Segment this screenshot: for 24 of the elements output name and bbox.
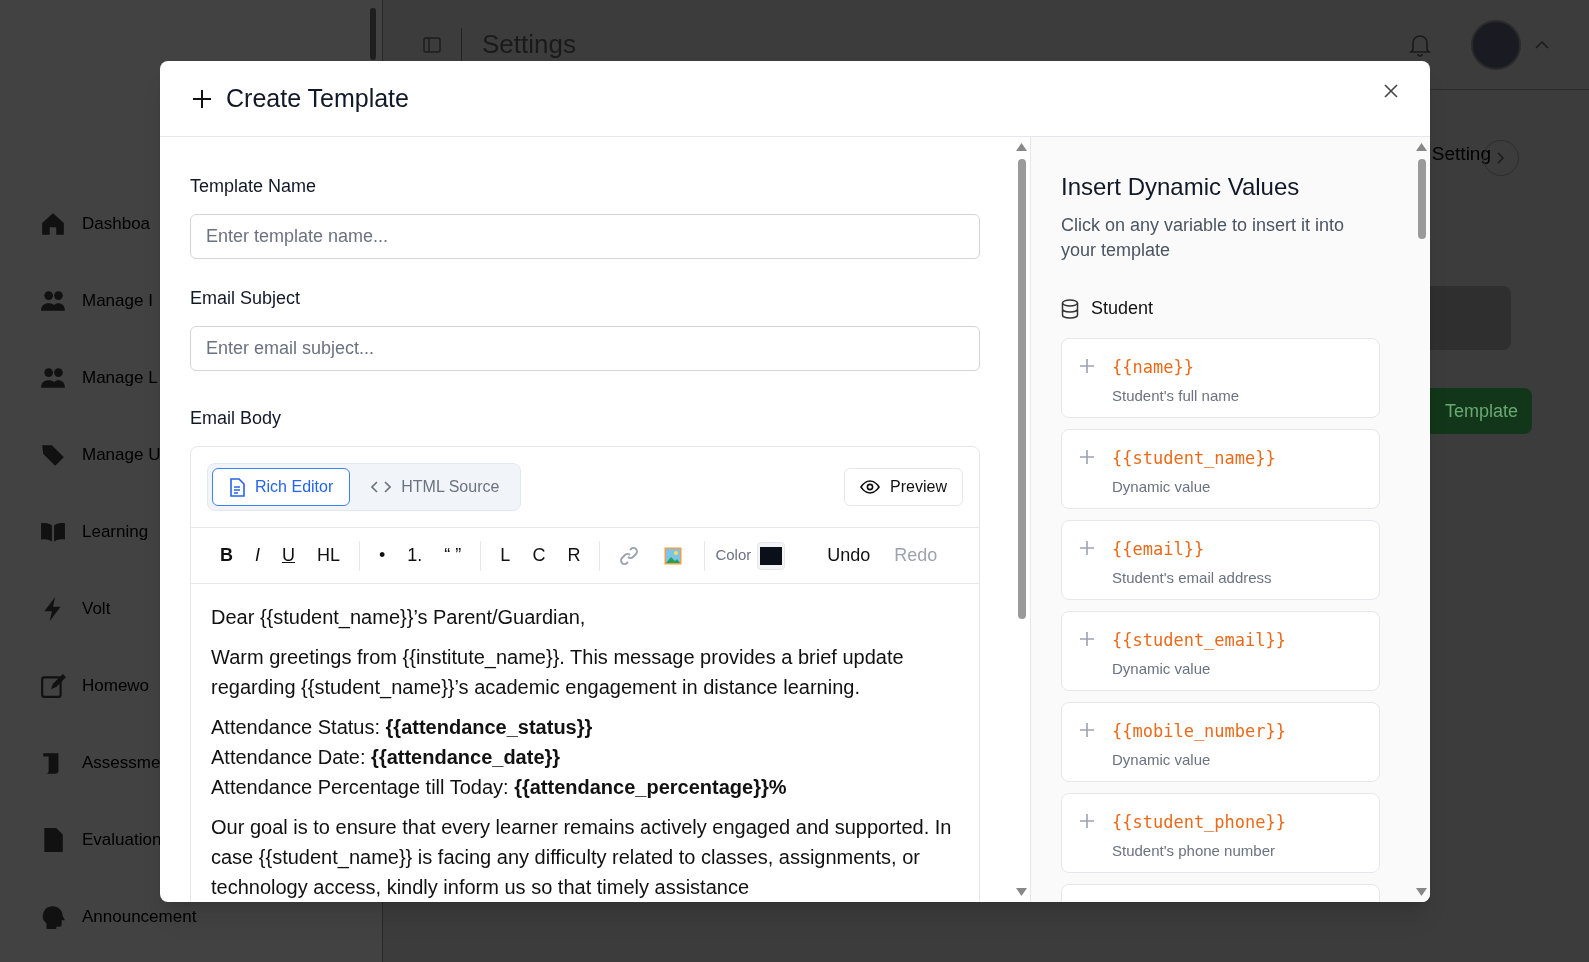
variable-name: {{name}} bbox=[1112, 356, 1195, 379]
modal-title: Create Template bbox=[226, 82, 409, 114]
panel-description: Click on any variable to insert it into your template bbox=[1061, 214, 1346, 262]
field-label: Email Body bbox=[190, 407, 283, 430]
panel-title: Insert Dynamic Values bbox=[1061, 172, 1301, 202]
field-label: Template Name bbox=[190, 175, 318, 198]
paragraph: Warm greetings from {{institute_name}}. This message provides a brief update regarding {{student_name}}’s academic engagement in distance learning. bbox=[211, 645, 905, 701]
paragraph: Dear {{student_name}}’s Parent/Guardian, bbox=[211, 605, 587, 631]
variable-name: {{mobile_number}} bbox=[1112, 720, 1286, 743]
variable-description: Dynamic value bbox=[1112, 658, 1212, 679]
variable-name: {{email}} bbox=[1112, 538, 1206, 561]
variable-description: Student's email address bbox=[1112, 567, 1272, 588]
variable-description: Dynamic value bbox=[1112, 749, 1212, 770]
variable-description: Student's phone number bbox=[1112, 840, 1276, 861]
group-label: Student bbox=[1091, 297, 1154, 320]
variable-description: Dynamic value bbox=[1112, 476, 1212, 497]
variable-description: Student's full name bbox=[1112, 385, 1240, 406]
variable-name: {{student_phone}} bbox=[1112, 811, 1286, 834]
field-label: Email Subject bbox=[190, 287, 302, 310]
paragraph: Our goal is to ensure that every learner remains actively engaged and supported. In case {{student_name}} is facing any difficulty related to classes, assignments, or technology access, kindly inform us so that timely assistance bbox=[211, 815, 953, 900]
color-label: Color bbox=[715, 545, 752, 566]
variable-name: {{student_email}} bbox=[1112, 629, 1286, 652]
variable-name: {{student_name}} bbox=[1112, 447, 1276, 470]
paragraph: Attendance Status: {{attendance_status}} Attendance Date: {{attendance_date}} Attendance Percentage till Today: {{attendance_percentage}}% bbox=[211, 715, 788, 800]
